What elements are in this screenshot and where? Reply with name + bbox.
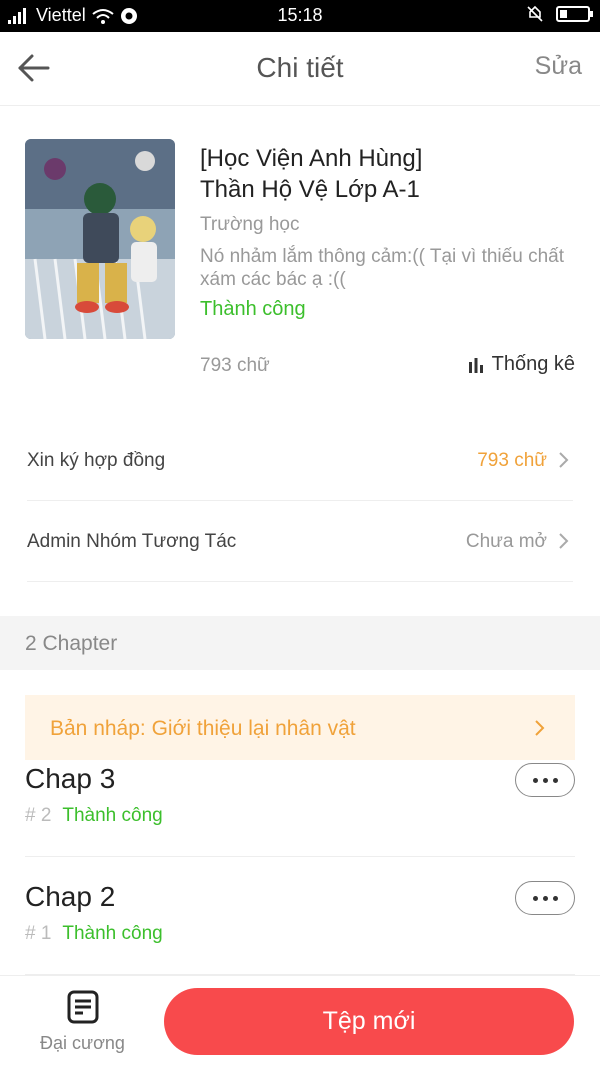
more-options-button[interactable]: [515, 881, 575, 915]
chapter-number: # 2: [25, 805, 52, 826]
book-genre: Trường học: [200, 214, 300, 235]
clock: 15:18: [277, 5, 323, 25]
new-file-button[interactable]: Tệp mới: [164, 988, 574, 1055]
chapter-status: Thành công: [62, 805, 163, 826]
status-bar: Viettel 15:18: [0, 0, 600, 32]
dot: [542, 777, 548, 783]
admin-group-label: Admin Nhóm Tương Tác: [27, 531, 237, 552]
stats-label: Thống kê: [491, 353, 575, 375]
battery-level: [560, 10, 567, 18]
admin-group-row[interactable]: Admin Nhóm Tương Tác Chưa mở: [27, 502, 573, 582]
chapter-item[interactable]: Chap 2 # 1 Thành công: [25, 881, 575, 975]
notebook-icon: [67, 990, 98, 1024]
draft-label: Bản nháp: Giới thiệu lại nhân vật: [50, 717, 356, 740]
more-options-button[interactable]: [515, 763, 575, 797]
chevron-right-icon: [559, 533, 569, 549]
dot: [552, 777, 558, 783]
chevron-right-icon: [535, 720, 545, 736]
dot: [532, 777, 538, 783]
chapter-item[interactable]: Chap 3 # 2 Thành công: [25, 763, 575, 857]
mute-icon: [527, 5, 543, 22]
page-title: Chi tiết: [256, 52, 344, 83]
contract-label: Xin ký hợp đồng: [27, 450, 166, 471]
chapter-section-header: 2 Chapter: [0, 616, 600, 670]
edit-button[interactable]: Sửa: [535, 52, 582, 81]
chapter-status: Thành công: [62, 923, 163, 944]
outline-button[interactable]: Đại cương: [30, 990, 135, 1054]
book-word-count: 793 chữ: [200, 355, 270, 376]
bottom-bar: Đại cương Tệp mới: [0, 975, 600, 1067]
draft-banner[interactable]: Bản nháp: Giới thiệu lại nhân vật: [25, 695, 575, 760]
contract-row[interactable]: Xin ký hợp đồng 793 chữ: [27, 421, 573, 501]
book-title: [Học Viện Anh Hùng] Thần Hộ Vệ Lớp A-1: [200, 143, 580, 205]
chapter-meta: # 1 Thành công: [25, 923, 163, 945]
admin-group-value: Chưa mở: [465, 531, 547, 552]
book-status: Thành công: [200, 298, 306, 320]
chevron-right-icon: [559, 452, 569, 468]
dot: [542, 895, 548, 901]
book-title-line-2: Thần Hộ Vệ Lớp A-1: [200, 176, 420, 203]
dot: [532, 895, 538, 901]
book-title-line-1: [Học Viện Anh Hùng]: [200, 145, 423, 172]
outline-label: Đại cương: [40, 1033, 125, 1053]
chapter-name: Chap 2: [25, 881, 116, 912]
book-cover-image[interactable]: [25, 139, 175, 339]
dot: [552, 895, 558, 901]
contract-value: 793 chữ: [477, 450, 547, 471]
battery-icon: [556, 6, 593, 22]
book-description: Nó nhảm lắm thông cảm:(( Tại vì thiếu ch…: [200, 246, 564, 290]
bar-chart-icon: [468, 357, 483, 373]
top-bar: Chi tiết Sửa: [0, 32, 600, 106]
chapter-meta: # 2 Thành công: [25, 805, 163, 827]
chapter-count: 2 Chapter: [25, 632, 118, 655]
chapter-number: # 1: [25, 923, 52, 944]
chapter-name: Chap 3: [25, 763, 116, 794]
stats-button[interactable]: Thống kê: [468, 353, 575, 376]
